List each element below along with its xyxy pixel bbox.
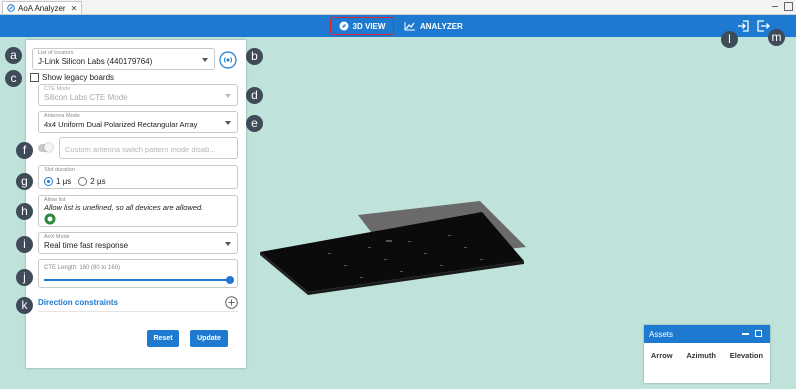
callout-badge-d: d bbox=[246, 87, 263, 104]
slot-2us-label: 2 μs bbox=[90, 177, 106, 186]
app-icon bbox=[7, 4, 15, 12]
allow-list-box: Allow list Allow list is unefined, so al… bbox=[38, 195, 238, 227]
locator-select[interactable]: List of locators J-Link Silicon Labs (44… bbox=[32, 48, 215, 70]
callout-badge-f: f bbox=[16, 142, 33, 159]
logout-icon[interactable] bbox=[757, 20, 770, 32]
chevron-down-icon bbox=[225, 121, 231, 125]
chevron-down-icon bbox=[225, 242, 231, 246]
cte-length-slider-track[interactable] bbox=[44, 279, 230, 281]
maximize-window-icon[interactable] bbox=[784, 2, 793, 11]
chevron-down-icon bbox=[202, 58, 208, 62]
chevron-down-icon bbox=[225, 94, 231, 98]
column-arrow: Arrow bbox=[650, 351, 673, 360]
cte-length-box: CTE Length: 160 (80 to 160) bbox=[38, 259, 238, 288]
reset-button[interactable]: Reset bbox=[147, 330, 179, 347]
slot-1us-radio[interactable] bbox=[44, 177, 53, 186]
cte-length-slider-thumb[interactable] bbox=[226, 276, 234, 284]
login-icon[interactable] bbox=[737, 20, 749, 32]
window-tab-bar: AoA Analyzer ✕ bbox=[0, 0, 796, 15]
broadcast-icon[interactable] bbox=[219, 51, 237, 69]
allow-list-text: Allow list is unefined, so all devices a… bbox=[44, 203, 204, 212]
direction-constraints-link[interactable]: Direction constraints bbox=[38, 298, 118, 307]
slot-1us-label: 1 μs bbox=[56, 177, 72, 186]
aox-mode-value: Real time fast response bbox=[44, 241, 129, 250]
expand-plus-icon[interactable] bbox=[225, 296, 238, 309]
legacy-boards-row[interactable]: Show legacy boards bbox=[30, 72, 114, 82]
slot-duration-group: Slot duration 1 μs 2 μs bbox=[38, 165, 238, 189]
chart-line-icon bbox=[404, 22, 415, 31]
cte-mode-select[interactable]: CTE Mode Silicon Labs CTE Mode bbox=[38, 84, 238, 106]
callout-badge-a: a bbox=[5, 47, 22, 64]
cte-mode-value: Silicon Labs CTE Mode bbox=[44, 93, 128, 102]
antenna-mode-select[interactable]: Antenna Mode 4x4 Uniform Dual Polarized … bbox=[38, 111, 238, 133]
aox-mode-label: AoX Mode bbox=[44, 234, 70, 240]
maximize-icon[interactable] bbox=[755, 330, 762, 337]
callout-badge-g: g bbox=[16, 173, 33, 190]
aox-mode-select[interactable]: AoX Mode Real time fast response bbox=[38, 232, 238, 254]
cte-mode-label: CTE Mode bbox=[44, 86, 71, 92]
assets-title: Assets bbox=[649, 330, 674, 339]
close-tab-icon[interactable]: ✕ bbox=[71, 4, 78, 13]
column-elevation: Elevation bbox=[729, 351, 764, 360]
app-header: 3D VIEW ANALYZER bbox=[0, 15, 796, 37]
callout-badge-j: j bbox=[16, 269, 33, 286]
toggle-knob bbox=[44, 143, 53, 152]
callout-badge-l: l bbox=[721, 31, 738, 48]
callout-badge-h: h bbox=[16, 203, 33, 220]
callout-badge-e: e bbox=[246, 115, 263, 132]
tab-analyzer[interactable]: ANALYZER bbox=[404, 17, 474, 35]
divider bbox=[38, 311, 238, 312]
legacy-boards-checkbox[interactable] bbox=[30, 72, 39, 82]
antenna-mode-value: 4x4 Uniform Dual Polarized Rectangular A… bbox=[44, 120, 198, 129]
tab-analyzer-label: ANALYZER bbox=[420, 21, 463, 31]
minimize-window-icon[interactable] bbox=[772, 6, 778, 8]
window-tab-title: AoA Analyzer bbox=[18, 3, 66, 13]
callout-badge-c: c bbox=[5, 70, 22, 87]
cte-length-label: CTE Length: 160 (80 to 160) bbox=[44, 265, 121, 271]
minimize-icon[interactable] bbox=[742, 333, 749, 335]
add-device-icon[interactable] bbox=[44, 213, 56, 225]
callout-badge-i: i bbox=[16, 236, 33, 253]
locator-value: J-Link Silicon Labs (440179764) bbox=[38, 57, 153, 66]
custom-pattern-input[interactable]: Custom antenna switch pattern mode disab… bbox=[59, 137, 238, 159]
window-tab[interactable]: AoA Analyzer ✕ bbox=[2, 1, 83, 14]
custom-switch-toggle[interactable] bbox=[38, 143, 53, 152]
tab-3d-view-label: 3D VIEW bbox=[352, 21, 386, 31]
column-azimuth: Azimuth bbox=[686, 351, 716, 360]
tab-3d-view[interactable]: 3D VIEW bbox=[330, 17, 394, 35]
assets-header: Assets bbox=[644, 325, 770, 343]
antenna-mode-label: Antenna Mode bbox=[44, 113, 80, 119]
assets-panel: Assets Arrow Azimuth Elevation bbox=[644, 325, 770, 383]
locator-label: List of locators bbox=[38, 50, 74, 56]
callout-badge-m: m bbox=[768, 29, 785, 46]
assets-table-header: Arrow Azimuth Elevation bbox=[644, 351, 770, 360]
custom-pattern-placeholder: Custom antenna switch pattern mode disab… bbox=[65, 145, 216, 154]
configuration-panel: List of locators J-Link Silicon Labs (44… bbox=[26, 40, 246, 368]
callout-badge-b: b bbox=[246, 48, 263, 65]
slot-2us-radio[interactable] bbox=[78, 177, 88, 186]
update-button[interactable]: Update bbox=[190, 330, 228, 347]
slot-duration-label: Slot duration bbox=[44, 167, 75, 173]
compass-icon bbox=[339, 21, 349, 31]
callout-badge-k: k bbox=[16, 297, 33, 314]
legacy-boards-label: Show legacy boards bbox=[42, 72, 115, 82]
